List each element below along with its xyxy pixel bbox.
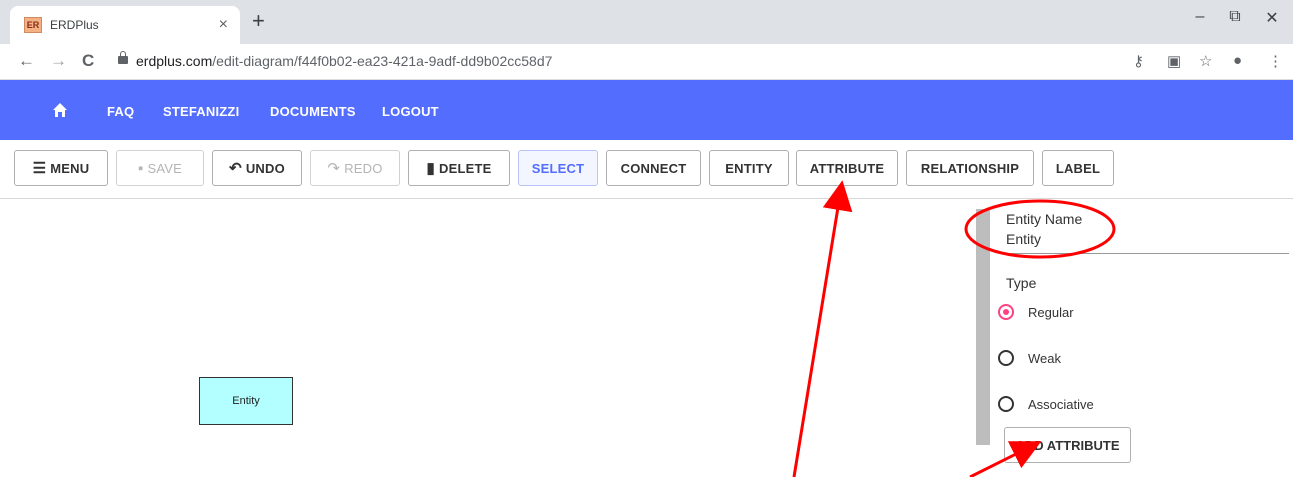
entity-name-label: Entity Name — [1006, 211, 1083, 227]
entity-button-label: ENTITY — [725, 160, 773, 176]
editor-toolbar: ☰ MENU ▪ SAVE ↶ UNDO ↷ REDO ▮ DELETE SEL… — [0, 140, 1293, 199]
radio-unchecked-icon — [998, 396, 1014, 412]
address-bar-row: ← → C erdplus.com/edit-diagram/f44f0b02-… — [0, 44, 1293, 80]
nav-link-faq[interactable]: FAQ — [107, 104, 134, 119]
new-tab-icon[interactable]: + — [252, 10, 265, 32]
redo-button[interactable]: ↷ REDO — [310, 150, 400, 186]
forward-icon[interactable]: → — [50, 52, 67, 70]
add-attribute-label: ADD ATTRIBUTE — [1015, 437, 1120, 453]
tab-close-icon[interactable]: × — [219, 16, 228, 34]
save-button[interactable]: ▪ SAVE — [116, 150, 204, 186]
nav-link-documents[interactable]: DOCUMENTS — [270, 104, 356, 119]
type-weak-label: Weak — [1028, 350, 1061, 366]
radio-checked-icon — [998, 304, 1014, 320]
redo-icon: ↷ — [327, 160, 341, 177]
type-regular-option[interactable]: Regular — [998, 304, 1074, 320]
app-nav-bar: FAQ STEFANIZZI DOCUMENTS LOGOUT — [0, 80, 1293, 140]
relationship-button[interactable]: RELATIONSHIP — [906, 150, 1034, 186]
hamburger-icon: ☰ — [32, 160, 47, 177]
restore-icon[interactable]: ⧉ — [1225, 8, 1245, 26]
erdplus-favicon-icon: ER — [24, 17, 42, 33]
undo-button[interactable]: ↶ UNDO — [212, 150, 302, 186]
radio-unchecked-icon — [998, 350, 1014, 366]
entity-shape-label: Entity — [232, 395, 260, 407]
more-icon[interactable]: ⋮ — [1268, 52, 1283, 70]
connect-button-label: CONNECT — [620, 160, 687, 176]
attribute-button-label: ATTRIBUTE — [809, 160, 885, 176]
minimize-icon[interactable]: – — [1190, 8, 1210, 26]
type-regular-label: Regular — [1028, 304, 1074, 320]
tab-title: ERDPlus — [50, 18, 99, 32]
entity-name-underline — [1004, 253, 1289, 254]
delete-button[interactable]: ▮ DELETE — [408, 150, 510, 186]
connect-button[interactable]: CONNECT — [606, 150, 701, 186]
attribute-button[interactable]: ATTRIBUTE — [796, 150, 898, 186]
nav-link-user[interactable]: STEFANIZZI — [163, 104, 239, 119]
nav-link-logout[interactable]: LOGOUT — [382, 104, 439, 119]
url-field[interactable]: erdplus.com/edit-diagram/f44f0b02-ea23-4… — [136, 53, 552, 69]
undo-button-label: UNDO — [245, 160, 285, 176]
redo-button-label: REDO — [344, 160, 383, 176]
delete-button-label: DELETE — [438, 160, 492, 176]
entity-name-input[interactable]: Entity — [1006, 231, 1041, 247]
lock-icon — [118, 51, 128, 64]
menu-button-label: MENU — [50, 160, 90, 176]
browser-tab-strip: ER ERDPlus × + – ⧉ ✕ — [0, 0, 1293, 44]
key-icon[interactable]: ⚷ — [1133, 52, 1144, 70]
account-icon[interactable]: ● — [1233, 52, 1242, 69]
save-button-label: SAVE — [147, 160, 183, 176]
home-icon[interactable] — [52, 102, 68, 118]
url-path: /edit-diagram/f44f0b02-ea23-421a-9adf-dd… — [212, 53, 553, 69]
undo-icon: ↶ — [229, 160, 242, 177]
type-associative-option[interactable]: Associative — [998, 396, 1094, 412]
label-button[interactable]: LABEL — [1042, 150, 1114, 186]
close-window-icon[interactable]: ✕ — [1262, 8, 1282, 28]
translate-icon[interactable]: ▣ — [1167, 52, 1181, 70]
type-associative-label: Associative — [1028, 396, 1094, 412]
floppy-disk-icon: ▪ — [137, 159, 144, 177]
entity-shape[interactable]: Entity — [199, 377, 293, 425]
label-button-label: LABEL — [1055, 160, 1101, 176]
add-attribute-button[interactable]: ADD ATTRIBUTE — [1004, 427, 1131, 463]
panel-scrollbar[interactable] — [976, 209, 990, 445]
reload-icon[interactable]: C — [82, 52, 94, 70]
properties-panel: Entity Name Entity Type Regular Weak Ass… — [976, 199, 1293, 477]
browser-tab[interactable]: ER ERDPlus × — [10, 6, 240, 44]
entity-button[interactable]: ENTITY — [709, 150, 789, 186]
star-icon[interactable]: ☆ — [1199, 52, 1212, 70]
back-icon[interactable]: ← — [18, 52, 35, 70]
url-host: erdplus.com — [136, 53, 213, 69]
relationship-button-label: RELATIONSHIP — [920, 160, 1020, 176]
trash-icon: ▮ — [426, 160, 435, 177]
menu-button[interactable]: ☰ MENU — [14, 150, 108, 186]
diagram-canvas[interactable]: Entity — [0, 199, 956, 477]
select-button[interactable]: SELECT — [518, 150, 598, 186]
type-weak-option[interactable]: Weak — [998, 350, 1061, 366]
select-button-label: SELECT — [531, 160, 585, 176]
type-label: Type — [1006, 275, 1037, 291]
